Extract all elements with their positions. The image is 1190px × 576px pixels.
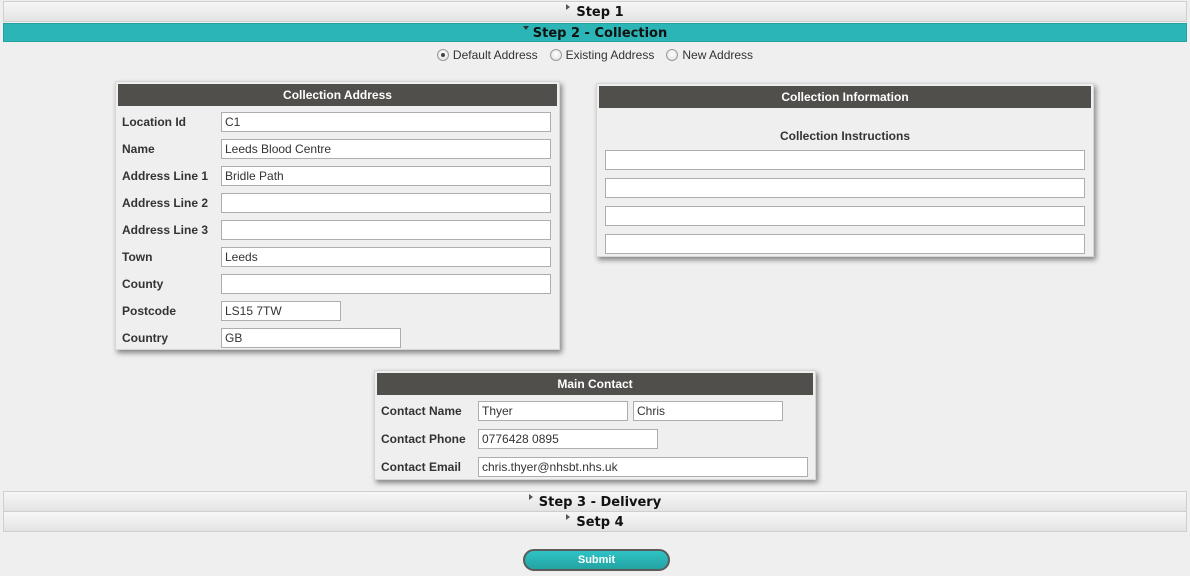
collection-information-title: Collection Information bbox=[599, 86, 1091, 108]
step-4-label: Setp 4 bbox=[576, 515, 624, 530]
postcode-field[interactable] bbox=[221, 301, 341, 321]
step-2-label: Step 2 - Collection bbox=[532, 26, 668, 41]
address-line-3-label: Address Line 3 bbox=[122, 223, 209, 237]
submit-button[interactable]: Submit bbox=[523, 549, 670, 571]
county-field[interactable] bbox=[221, 274, 551, 294]
step-1-header[interactable]: Step 1 bbox=[3, 1, 1187, 22]
main-contact-title: Main Contact bbox=[377, 373, 813, 395]
county-label: County bbox=[122, 277, 164, 291]
address-line-2-label: Address Line 2 bbox=[122, 196, 209, 210]
existing-address-label: Existing Address bbox=[565, 48, 655, 62]
instruction-line-3[interactable] bbox=[605, 206, 1085, 226]
caret-right-icon bbox=[566, 514, 571, 520]
caret-down-icon bbox=[522, 26, 529, 30]
contact-name-label: Contact Name bbox=[381, 404, 462, 418]
address-type-radio-group: Default Address Existing Address New Add… bbox=[0, 48, 1190, 62]
location-id-label: Location Id bbox=[122, 115, 186, 129]
step-4-header[interactable]: Setp 4 bbox=[3, 511, 1187, 532]
address-line-1-field[interactable] bbox=[221, 166, 551, 186]
country-field[interactable] bbox=[221, 328, 401, 348]
instruction-line-1[interactable] bbox=[605, 150, 1085, 170]
instruction-line-4[interactable] bbox=[605, 234, 1085, 254]
existing-address-option[interactable]: Existing Address bbox=[549, 48, 655, 62]
caret-right-icon bbox=[566, 4, 571, 10]
main-contact-panel: Main Contact Contact Name Contact Phone … bbox=[374, 370, 816, 480]
step-3-label: Step 3 - Delivery bbox=[538, 495, 662, 510]
contact-first-name-field[interactable] bbox=[633, 401, 783, 421]
address-line-2-field[interactable] bbox=[221, 193, 551, 213]
caret-right-icon bbox=[528, 494, 533, 500]
name-label: Name bbox=[122, 142, 155, 156]
step-1-label: Step 1 bbox=[576, 5, 624, 20]
collection-address-title: Collection Address bbox=[118, 84, 557, 106]
collection-information-panel: Collection Information Collection Instru… bbox=[596, 83, 1094, 257]
postcode-label: Postcode bbox=[122, 304, 177, 318]
address-line-1-label: Address Line 1 bbox=[122, 169, 209, 183]
new-address-radio[interactable] bbox=[666, 49, 679, 61]
new-address-option[interactable]: New Address bbox=[666, 48, 753, 62]
contact-surname-field[interactable] bbox=[478, 401, 628, 421]
instruction-line-2[interactable] bbox=[605, 178, 1085, 198]
step-3-header[interactable]: Step 3 - Delivery bbox=[3, 491, 1187, 512]
contact-phone-field[interactable] bbox=[478, 429, 658, 449]
existing-address-radio[interactable] bbox=[549, 49, 562, 61]
new-address-label: New Address bbox=[682, 48, 754, 62]
location-id-field[interactable] bbox=[221, 112, 551, 132]
name-field[interactable] bbox=[221, 139, 551, 159]
step-2-header[interactable]: Step 2 - Collection bbox=[3, 23, 1187, 42]
country-label: Country bbox=[122, 331, 168, 345]
default-address-option[interactable]: Default Address bbox=[436, 48, 538, 62]
town-field[interactable] bbox=[221, 247, 551, 267]
collection-address-panel: Collection Address Location Id Name Addr… bbox=[115, 81, 560, 350]
contact-phone-label: Contact Phone bbox=[381, 432, 466, 446]
town-label: Town bbox=[122, 250, 153, 264]
collection-instructions-label: Collection Instructions bbox=[779, 129, 910, 143]
default-address-radio[interactable] bbox=[436, 49, 449, 61]
contact-email-field[interactable] bbox=[478, 457, 808, 477]
default-address-label: Default Address bbox=[452, 48, 538, 62]
address-line-3-field[interactable] bbox=[221, 220, 551, 240]
contact-email-label: Contact Email bbox=[381, 460, 462, 474]
